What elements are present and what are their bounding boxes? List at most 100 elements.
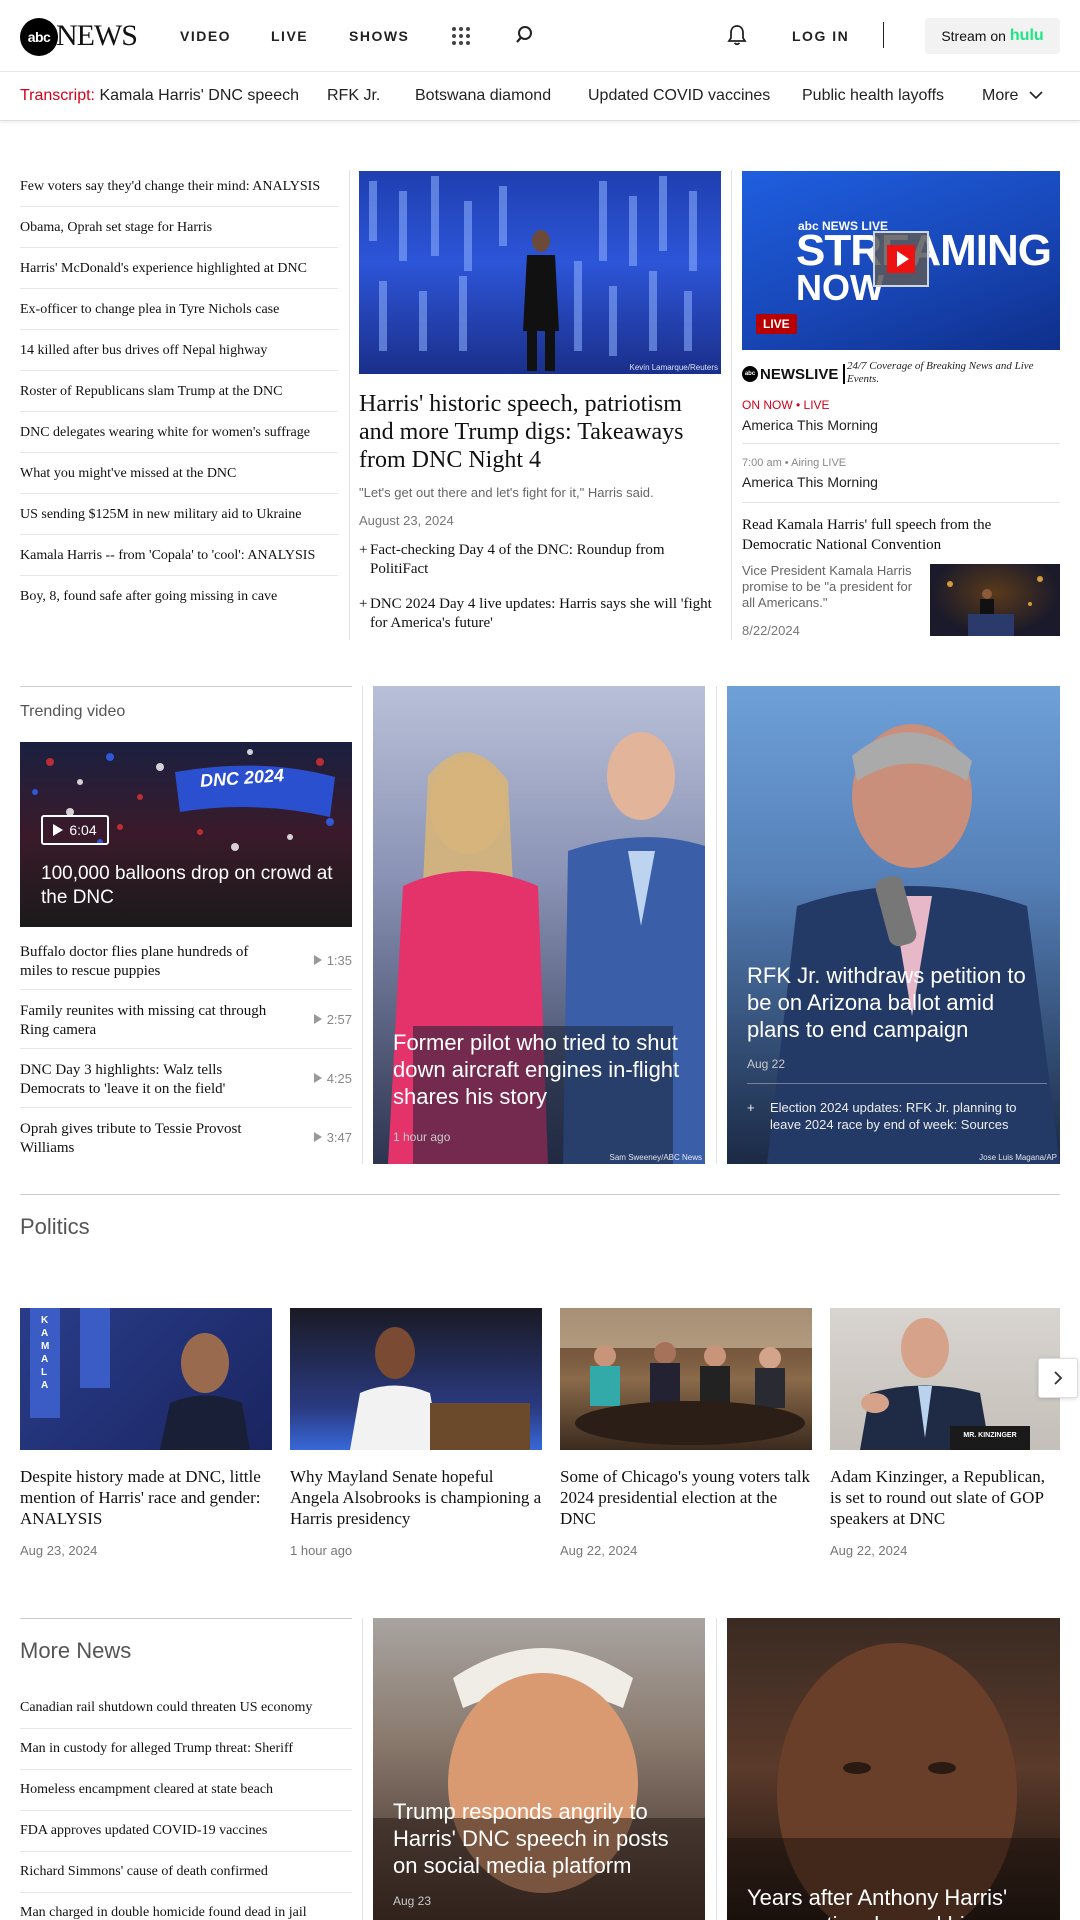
rfk-feature-time: Aug 22 xyxy=(747,1057,786,1071)
trending-video-hero[interactable]: DNC 2024 6:04 100,000 balloons drop on c… xyxy=(20,742,352,927)
news-live-brand: abc NEWSLIVE xyxy=(742,364,850,384)
harris-podium-thumbnail[interactable] xyxy=(930,564,1060,636)
crowd-signs-graphic xyxy=(369,176,697,371)
column-divider xyxy=(362,1618,363,1920)
play-icon xyxy=(313,955,322,965)
bell-icon[interactable] xyxy=(727,24,747,46)
headline-item[interactable]: US sending $125M in new military aid to … xyxy=(20,494,338,535)
lead-story-title[interactable]: Harris' historic speech, patriotism and … xyxy=(359,390,721,474)
politics-card-image[interactable] xyxy=(560,1308,812,1450)
brand-divider xyxy=(843,364,846,384)
politics-card-image[interactable]: KAMALA xyxy=(20,1308,272,1450)
abc-logo-icon[interactable]: abc xyxy=(20,18,58,56)
trump-feature-time: Aug 23 xyxy=(393,1894,432,1908)
rfk-feature-card[interactable]: RFK Jr. withdraws petition to be on Ariz… xyxy=(727,686,1060,1164)
nav-video[interactable]: VIDEO xyxy=(180,28,231,44)
politics-card-image[interactable]: MR. KINZINGER xyxy=(830,1308,1060,1450)
video-list-item[interactable]: Buffalo doctor flies plane hundreds of m… xyxy=(20,931,352,990)
politics-card-image[interactable] xyxy=(290,1308,542,1450)
headline-item[interactable]: Ex-officer to change plea in Tyre Nichol… xyxy=(20,289,338,330)
headline-item[interactable]: Harris' McDonald's experience highlighte… xyxy=(20,248,338,289)
pilot-feature-card[interactable]: Former pilot who tried to shut down airc… xyxy=(373,686,705,1164)
more-news-item[interactable]: Man charged in double homicide found dea… xyxy=(20,1893,352,1920)
photo-credit: Kevin Lamarque/Reuters xyxy=(629,363,719,372)
headline-item[interactable]: Few voters say they'd change their mind:… xyxy=(20,166,338,207)
headline-item[interactable]: Boy, 8, found safe after going missing i… xyxy=(20,576,338,617)
lead-story-image[interactable]: Kevin Lamarque/Reuters xyxy=(359,171,721,374)
more-news-heading: More News xyxy=(20,1638,132,1663)
more-label: More xyxy=(982,87,1019,104)
login-link[interactable]: LOG IN xyxy=(792,28,849,44)
related-link[interactable]: + Fact-checking Day 4 of the DNC: Roundup… xyxy=(359,541,721,579)
play-icon xyxy=(313,1014,322,1024)
section-rule xyxy=(20,686,352,687)
trend-public-health-layoffs[interactable]: Public health layoffs xyxy=(802,87,944,105)
video-list-item[interactable]: Family reunites with missing cat through… xyxy=(20,990,352,1049)
trending-video-heading: Trending video xyxy=(20,703,126,720)
trump-feature-title: Trump responds angrily to Harris' DNC sp… xyxy=(393,1799,669,1878)
logo-news-text[interactable]: NEWS xyxy=(56,19,138,53)
nav-shows[interactable]: SHOWS xyxy=(349,28,409,44)
trend-covid-vaccines[interactable]: Updated COVID vaccines xyxy=(588,87,770,105)
search-icon[interactable] xyxy=(516,25,536,45)
card-divider xyxy=(747,1083,1047,1084)
headline-item[interactable]: What you might've missed at the DNC xyxy=(20,453,338,494)
feature-speech-title[interactable]: Read Kamala Harris' full speech from the… xyxy=(742,515,1060,555)
stream-label: Stream on xyxy=(941,28,1006,44)
plus-icon: + xyxy=(359,542,368,558)
headline-item[interactable]: Kamala Harris -- from 'Copala' to 'cool'… xyxy=(20,535,338,576)
live-stream-player[interactable]: abc NEWS LIVE STREAMING NOW LIVE xyxy=(742,171,1060,350)
video-duration: 1:35 xyxy=(313,953,352,968)
nav-live[interactable]: LIVE xyxy=(271,28,308,44)
politics-heading[interactable]: Politics xyxy=(20,1214,90,1240)
anthony-harris-feature-card[interactable]: Years after Anthony Harris' exoneration,… xyxy=(727,1618,1060,1920)
headline-item[interactable]: DNC delegates wearing white for women's … xyxy=(20,412,338,453)
stream-on-hulu-button[interactable]: Stream on hulu xyxy=(925,18,1060,54)
video-duration-badge: 6:04 xyxy=(41,815,109,845)
politics-card-title[interactable]: Why Mayland Senate hopeful Angela Alsobr… xyxy=(290,1466,542,1529)
trend-rfk[interactable]: RFK Jr. xyxy=(327,87,380,105)
politics-card-title[interactable]: Some of Chicago's young voters talk 2024… xyxy=(560,1466,812,1529)
next-show[interactable]: America This Morning xyxy=(742,474,878,490)
transcript-text: Kamala Harris' DNC speech xyxy=(99,87,299,104)
kamala-sign-text: KAMALA xyxy=(41,1315,50,1391)
duration-text: 3:47 xyxy=(326,1130,352,1145)
more-news-item[interactable]: Richard Simmons' cause of death confirme… xyxy=(20,1852,352,1893)
on-now-label: ON NOW • LIVE xyxy=(742,398,830,412)
trending-video-hero-title: 100,000 balloons drop on crowd at the DN… xyxy=(41,863,333,908)
more-news-item[interactable]: Homeless encampment cleared at state bea… xyxy=(20,1770,352,1811)
schedule-next: 7:00 am • Airing LIVE xyxy=(742,457,847,469)
rfk-related-link[interactable]: + Election 2024 updates: RFK Jr. planning… xyxy=(747,1099,1042,1133)
column-divider xyxy=(362,686,363,1164)
video-list-item[interactable]: Oprah gives tribute to Tessie Provost Wi… xyxy=(20,1108,352,1167)
headline-item[interactable]: 14 killed after bus drives off Nepal hig… xyxy=(20,330,338,371)
on-now-show[interactable]: America This Morning xyxy=(742,417,878,433)
politics-card-date: Aug 22, 2024 xyxy=(830,1543,908,1558)
carousel-next-button[interactable] xyxy=(1038,1358,1078,1398)
more-news-item[interactable]: Man in custody for alleged Trump threat:… xyxy=(20,1729,352,1770)
more-topics-button[interactable]: More xyxy=(982,87,1043,105)
section-rule xyxy=(20,1618,352,1619)
photo-credit: Sam Sweeney/ABC News xyxy=(609,1153,702,1162)
related-link[interactable]: + DNC 2024 Day 4 live updates: Harris say… xyxy=(359,595,721,633)
more-news-item[interactable]: Canadian rail shutdown could threaten US… xyxy=(20,1688,352,1729)
trend-transcript[interactable]: Transcript: Kamala Harris' DNC speech xyxy=(20,87,299,105)
harris-clapping-graphic xyxy=(30,1308,250,1450)
trend-botswana-diamond[interactable]: Botswana diamond xyxy=(415,87,551,105)
video-list-item[interactable]: DNC Day 3 highlights: Walz tells Democra… xyxy=(20,1049,352,1108)
play-button[interactable] xyxy=(873,231,929,287)
plus-icon: + xyxy=(747,1100,755,1115)
apps-grid-icon[interactable] xyxy=(452,27,470,45)
alsobrooks-speaking-graphic xyxy=(350,1327,530,1450)
live-badge: LIVE xyxy=(756,314,797,334)
headline-item[interactable]: Roster of Republicans slam Trump at the … xyxy=(20,371,338,412)
headline-item[interactable]: Obama, Oprah set stage for Harris xyxy=(20,207,338,248)
politics-card-title[interactable]: Adam Kinzinger, a Republican, is set to … xyxy=(830,1466,1060,1529)
more-news-item[interactable]: FDA approves updated COVID-19 vaccines xyxy=(20,1811,352,1852)
section-rule xyxy=(20,1194,1060,1195)
politics-card-title[interactable]: Despite history made at DNC, little ment… xyxy=(20,1466,272,1529)
rfk-feature-title: RFK Jr. withdraws petition to be on Ariz… xyxy=(747,963,1026,1042)
column-divider xyxy=(716,1618,717,1920)
chevron-right-icon xyxy=(1054,1371,1063,1385)
trump-feature-card[interactable]: Trump responds angrily to Harris' DNC sp… xyxy=(373,1618,705,1920)
